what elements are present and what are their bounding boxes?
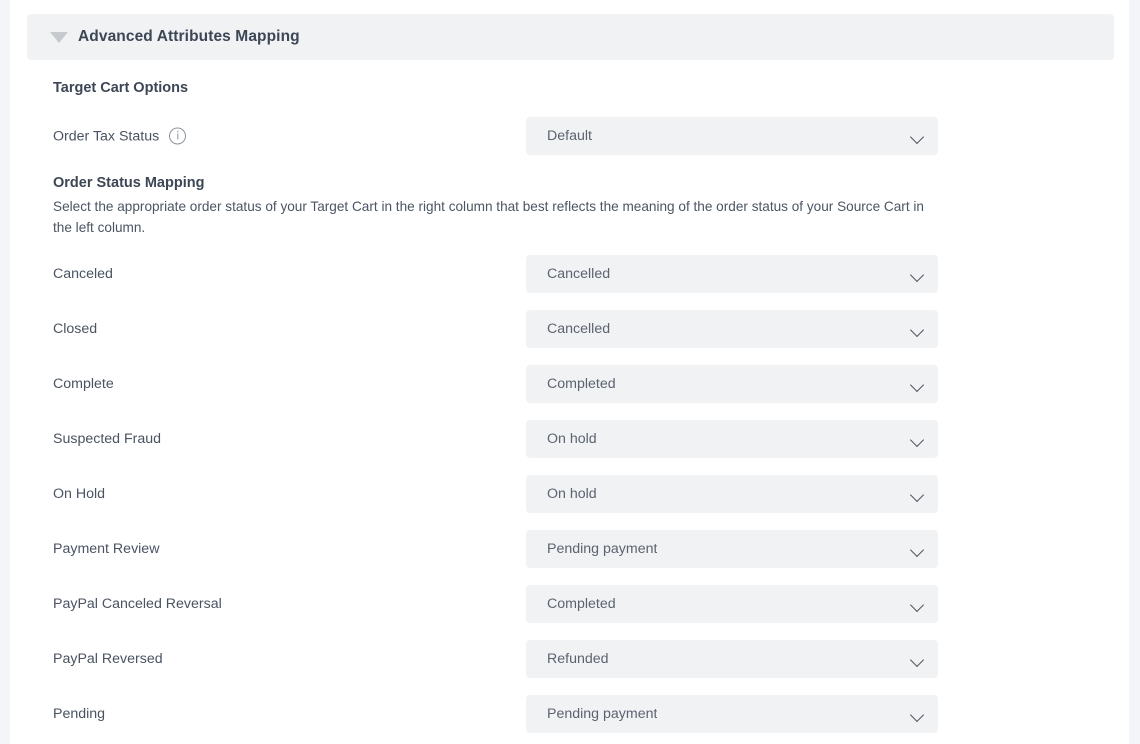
order-status-mapping-description: Select the appropriate order status of y… xyxy=(53,199,924,235)
target-status-value: On hold xyxy=(547,486,597,502)
chevron-down-icon[interactable] xyxy=(909,542,925,558)
status-mapping-row: Pending Pending payment xyxy=(10,695,1129,733)
chevron-down-icon[interactable] xyxy=(909,432,925,448)
source-status-label: Payment Review xyxy=(53,541,160,557)
content-card: Advanced Attributes Mapping Target Cart … xyxy=(10,0,1129,744)
chevron-down-icon[interactable] xyxy=(909,597,925,613)
status-mapping-row: PayPal Reversed Refunded xyxy=(10,640,1129,678)
target-cart-options-heading: Target Cart Options xyxy=(53,80,189,96)
target-status-value: Refunded xyxy=(547,651,609,667)
source-status-label: Suspected Fraud xyxy=(53,431,162,447)
target-status-value: On hold xyxy=(547,431,597,447)
target-status-select[interactable]: Pending payment xyxy=(526,530,938,568)
target-status-value: Cancelled xyxy=(547,321,611,337)
section-title: Advanced Attributes Mapping xyxy=(78,28,300,45)
target-status-value: Completed xyxy=(547,376,616,392)
chevron-down-icon[interactable] xyxy=(909,487,925,503)
status-mapping-row: Complete Completed xyxy=(10,365,1129,403)
target-status-select[interactable]: On hold xyxy=(526,475,938,513)
source-status-label: PayPal Canceled Reversal xyxy=(53,596,222,612)
target-status-value: Pending payment xyxy=(547,706,658,722)
order-tax-status-label: Order Tax Status xyxy=(53,127,187,145)
target-status-select[interactable]: Cancelled xyxy=(526,255,938,293)
status-mapping-row: Suspected Fraud On hold xyxy=(10,420,1129,458)
chevron-down-icon[interactable] xyxy=(909,377,925,393)
order-tax-status-select[interactable]: Default xyxy=(526,117,938,155)
source-status-label: Canceled xyxy=(53,266,113,282)
source-status-label: Closed xyxy=(53,321,98,337)
target-status-select[interactable]: On hold xyxy=(526,420,938,458)
source-status-label: On Hold xyxy=(53,486,106,502)
chevron-down-icon[interactable] xyxy=(909,652,925,668)
chevron-down-icon[interactable] xyxy=(909,267,925,283)
status-mapping-row: PayPal Canceled Reversal Completed xyxy=(10,585,1129,623)
status-mapping-row: Payment Review Pending payment xyxy=(10,530,1129,568)
status-mapping-row: On Hold On hold xyxy=(10,475,1129,513)
target-status-value: Cancelled xyxy=(547,266,611,282)
target-status-value: Completed xyxy=(547,596,616,612)
order-status-mapping-heading: Order Status Mapping xyxy=(53,175,205,191)
chevron-down-icon[interactable] xyxy=(909,129,925,145)
target-status-select[interactable]: Cancelled xyxy=(526,310,938,348)
status-mapping-row: Canceled Cancelled xyxy=(10,255,1129,293)
order-tax-status-value: Default xyxy=(547,128,592,144)
source-status-label: Complete xyxy=(53,376,114,392)
page-canvas: Advanced Attributes Mapping Target Cart … xyxy=(0,0,1140,744)
chevron-down-icon[interactable] xyxy=(909,322,925,338)
order-tax-status-label-text: Order Tax Status xyxy=(53,128,160,144)
target-status-value: Pending payment xyxy=(547,541,658,557)
info-icon[interactable] xyxy=(169,127,187,145)
source-status-label: PayPal Reversed xyxy=(53,651,163,667)
source-status-label: Pending xyxy=(53,706,106,722)
status-mapping-row: Closed Cancelled xyxy=(10,310,1129,348)
target-status-select[interactable]: Completed xyxy=(526,365,938,403)
caret-down-icon[interactable] xyxy=(50,31,68,43)
advanced-attributes-mapping-header[interactable]: Advanced Attributes Mapping xyxy=(27,14,1114,60)
target-status-select[interactable]: Pending payment xyxy=(526,695,938,733)
row-order-tax-status: Order Tax Status Default xyxy=(10,117,1129,155)
target-status-select[interactable]: Completed xyxy=(526,585,938,623)
target-status-select[interactable]: Refunded xyxy=(526,640,938,678)
chevron-down-icon[interactable] xyxy=(909,707,925,723)
